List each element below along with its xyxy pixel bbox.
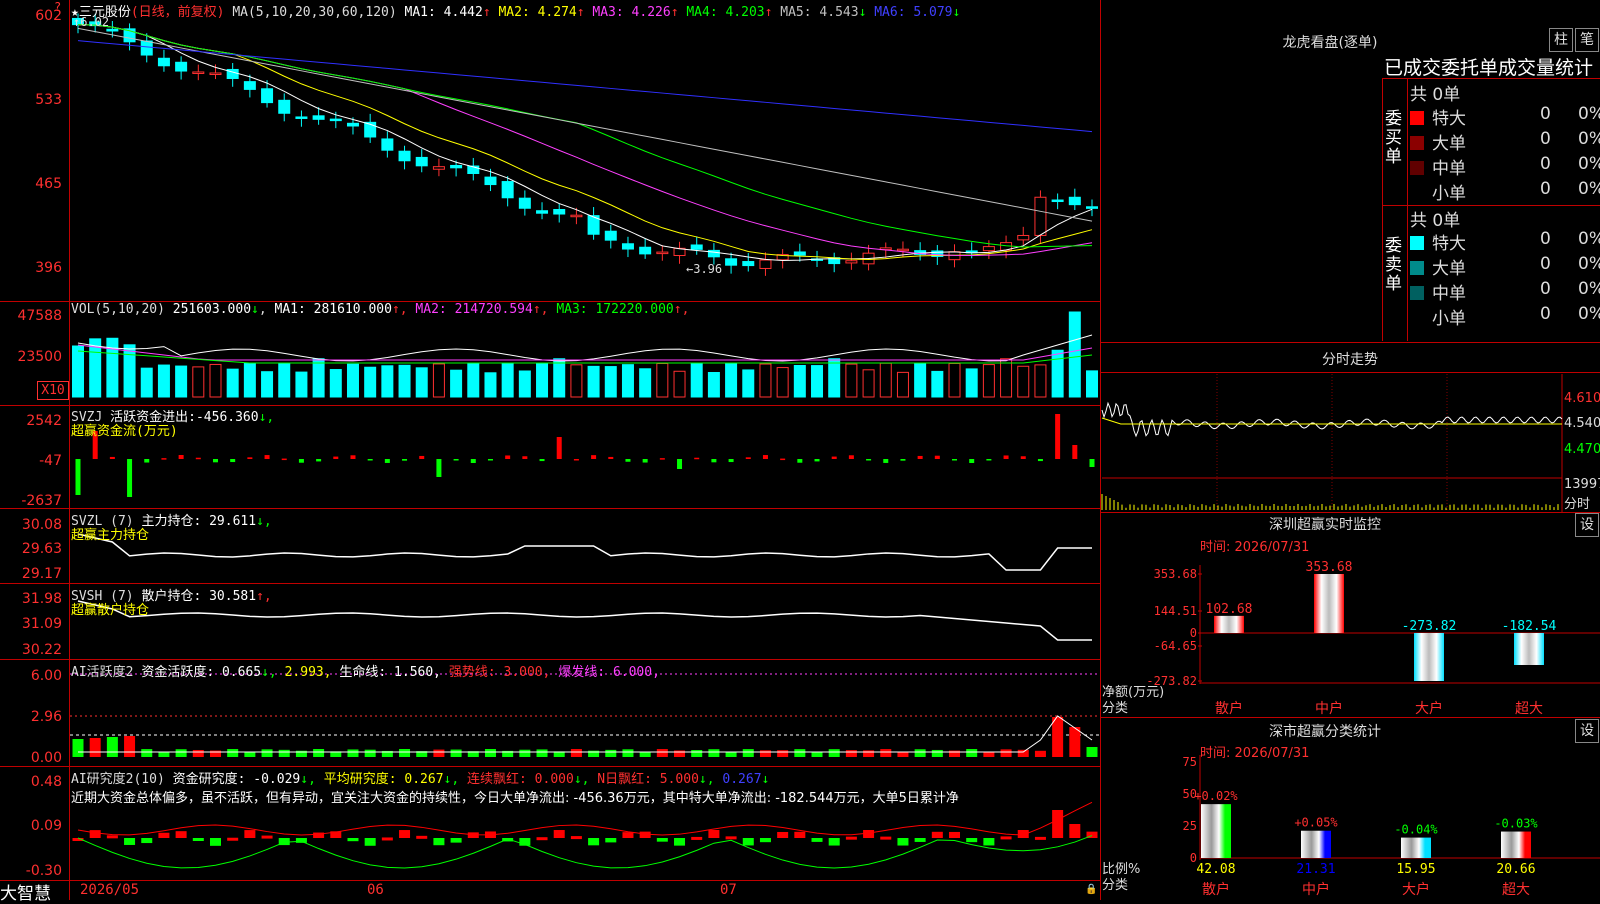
category-value-label: 21.31 — [1296, 862, 1335, 877]
category-value-label: 15.95 — [1396, 862, 1435, 877]
category-category-label: 大户 — [1402, 881, 1430, 898]
category-ytick: 75 — [1183, 755, 1197, 769]
category-change-label: +0.02% — [1194, 789, 1238, 803]
category-category-label: 超大 — [1502, 882, 1530, 898]
category-bar — [1501, 831, 1531, 858]
category-category-label: 中户 — [1302, 881, 1330, 898]
category-value-label: 42.08 — [1196, 862, 1235, 877]
category-chart: 7550250+0.02%42.08散户+0.05%21.31中户-0.04%1… — [1183, 755, 1600, 898]
category-bar — [1301, 830, 1331, 858]
category-value-label: 20.66 — [1496, 862, 1535, 877]
category-change-label: -0.04% — [1394, 823, 1438, 837]
category-change-label: -0.03% — [1494, 817, 1538, 831]
category-bar — [1401, 837, 1431, 858]
category-change-label: +0.05% — [1294, 816, 1338, 830]
category-bar — [1201, 804, 1231, 858]
category-ytick: 25 — [1183, 819, 1197, 833]
category-category-label: 散户 — [1202, 881, 1230, 898]
